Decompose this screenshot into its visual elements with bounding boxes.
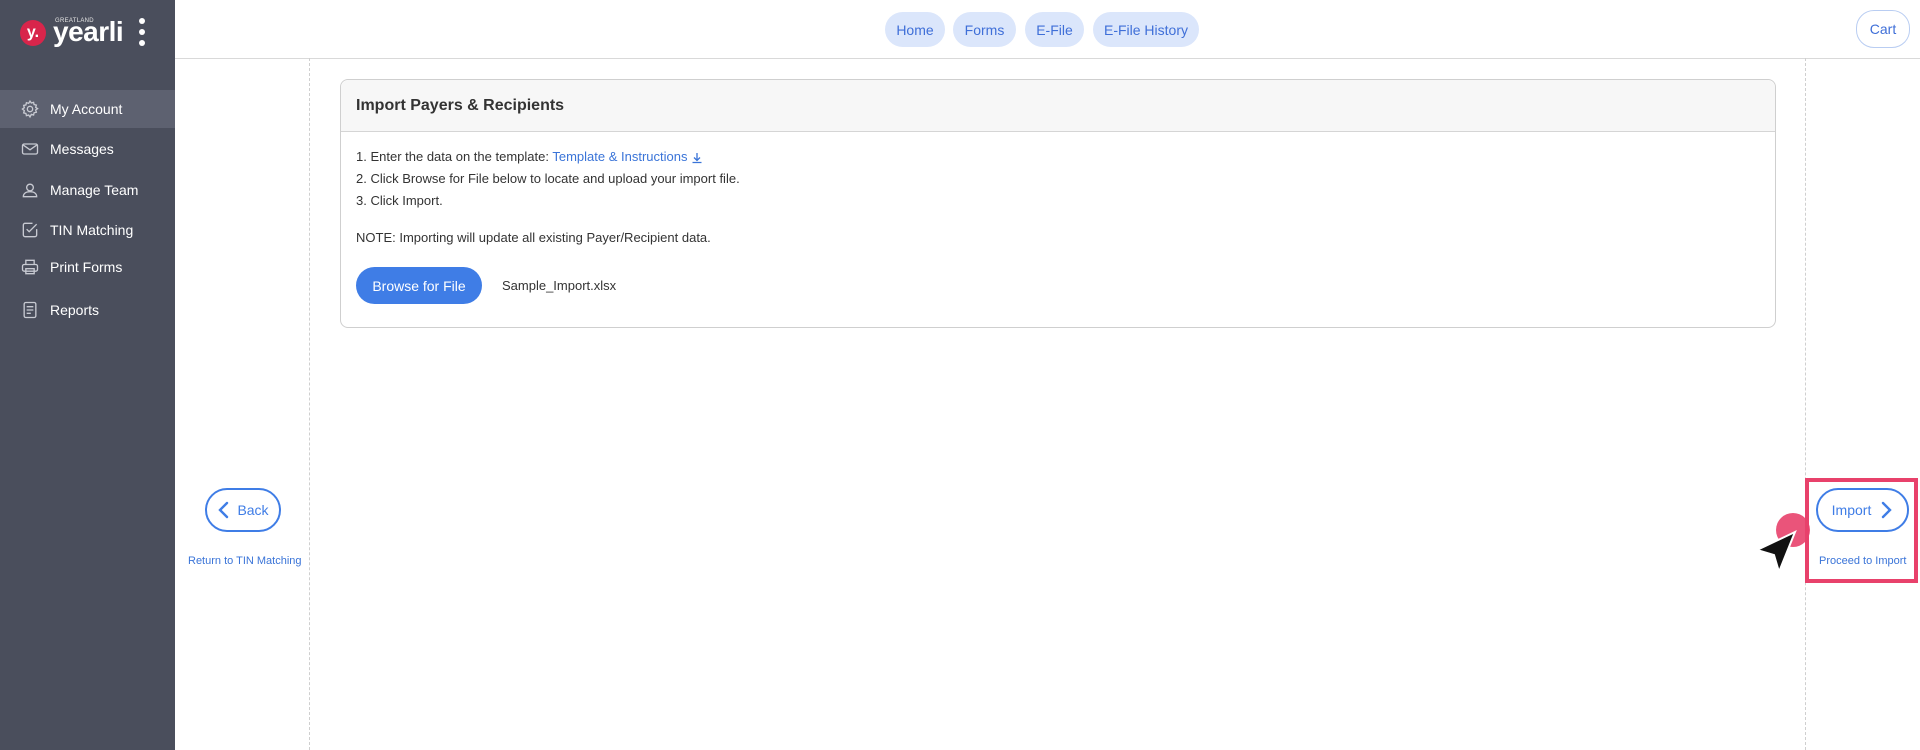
sidebar-item-reports[interactable]: Reports xyxy=(0,291,175,329)
proceed-to-import-link[interactable]: Proceed to Import xyxy=(1819,555,1906,567)
tab-e-file-history[interactable]: E-File History xyxy=(1093,12,1199,47)
back-label: Back xyxy=(237,502,269,518)
selected-file-name: Sample_Import.xlsx xyxy=(502,278,617,293)
sidebar: y. GREATLAND yearli My Account Messages … xyxy=(0,0,175,750)
cart-button[interactable]: Cart xyxy=(1856,10,1910,48)
browse-for-file-button[interactable]: Browse for File xyxy=(356,267,482,304)
mouse-pointer-icon xyxy=(1754,530,1797,574)
instruction-step-3: 3. Click Import. xyxy=(356,193,443,208)
check-square-icon xyxy=(18,218,42,242)
tab-home[interactable]: Home xyxy=(885,12,945,47)
brand-name: yearli xyxy=(53,16,124,47)
left-guide-divider xyxy=(309,58,310,750)
download-icon xyxy=(692,152,702,163)
import-button[interactable]: Import xyxy=(1816,488,1909,532)
tab-e-file[interactable]: E-File xyxy=(1025,12,1084,47)
envelope-icon xyxy=(18,137,42,161)
import-label: Import xyxy=(1831,502,1872,518)
browse-row: Browse for File Sample_Import.xlsx xyxy=(356,267,1760,304)
sidebar-item-tin-matching[interactable]: TIN Matching xyxy=(0,211,175,249)
import-note: NOTE: Importing will update all existing… xyxy=(356,230,711,245)
chevron-right-icon xyxy=(1882,501,1893,519)
sidebar-item-print-forms[interactable]: Print Forms xyxy=(0,248,175,286)
sidebar-item-label: Reports xyxy=(50,302,100,318)
template-link-label: Template & Instructions xyxy=(552,149,688,164)
sidebar-item-label: Manage Team xyxy=(50,182,139,198)
step-1-text: 1. Enter the data on the template: xyxy=(356,149,553,164)
sidebar-item-label: My Account xyxy=(50,101,123,117)
right-guide-divider xyxy=(1805,58,1806,750)
sidebar-item-label: Messages xyxy=(50,141,114,157)
document-icon xyxy=(18,298,42,322)
sidebar-item-label: Print Forms xyxy=(50,259,123,275)
chevron-left-icon xyxy=(218,501,229,519)
tab-forms[interactable]: Forms xyxy=(953,12,1016,47)
user-icon xyxy=(18,178,42,202)
card-title: Import Payers & Recipients xyxy=(341,80,1775,132)
instruction-step-2: 2. Click Browse for File below to locate… xyxy=(356,171,740,186)
back-button[interactable]: Back xyxy=(205,488,281,532)
sidebar-item-my-account[interactable]: My Account xyxy=(0,90,175,128)
card-body: 1. Enter the data on the template: Templ… xyxy=(341,132,1775,318)
brand-badge: y. xyxy=(20,20,46,46)
sidebar-item-label: TIN Matching xyxy=(50,222,134,238)
gear-icon xyxy=(18,97,42,121)
return-to-tin-matching-link[interactable]: Return to TIN Matching xyxy=(188,555,302,567)
instruction-step-1: 1. Enter the data on the template: Templ… xyxy=(356,146,1760,168)
template-instructions-link[interactable]: Template & Instructions xyxy=(552,149,703,164)
brand-logo[interactable]: y. GREATLAND yearli xyxy=(0,0,175,62)
sidebar-item-messages[interactable]: Messages xyxy=(0,130,175,168)
import-card: Import Payers & Recipients 1. Enter the … xyxy=(340,79,1776,328)
printer-icon xyxy=(18,255,42,279)
sidebar-item-manage-team[interactable]: Manage Team xyxy=(0,171,175,209)
kebab-menu-icon[interactable] xyxy=(137,18,147,46)
